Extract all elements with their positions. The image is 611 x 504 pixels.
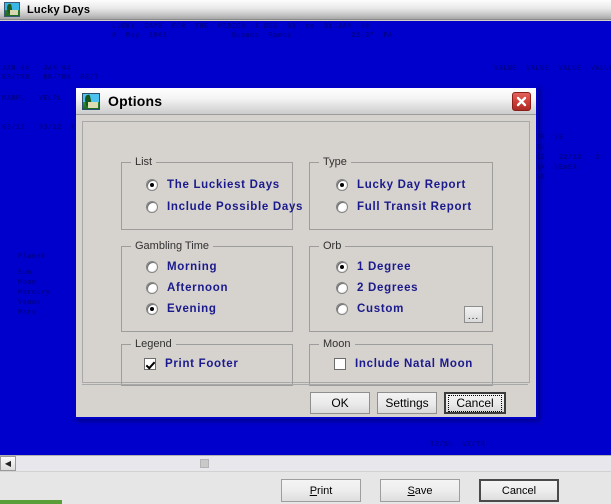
report-right-top: VALUE VALUE VALUE VALUE V — [494, 65, 611, 73]
radio-label: Include Possible Days — [167, 201, 304, 213]
radio-label: Morning — [167, 261, 218, 273]
radio-label: The Luckiest Days — [167, 179, 280, 191]
group-type-legend: Type — [319, 156, 351, 168]
options-dialog: Options List The Luckiest Days Include P… — [74, 86, 538, 419]
checkbox-include-natal-moon[interactable]: Include Natal Moon — [334, 358, 473, 370]
checkbox-label: Print Footer — [165, 358, 239, 370]
report-column-dates: 03/12 03/12 03/ — [2, 124, 85, 132]
group-list-legend: List — [131, 156, 157, 168]
footer-separator — [82, 384, 528, 385]
group-list: List The Luckiest Days Include Possible … — [121, 156, 302, 230]
radio-afternoon[interactable]: Afternoon — [146, 282, 228, 294]
radio-label: Custom — [357, 303, 405, 315]
palm-tree-icon — [4, 2, 20, 17]
radio-icon — [336, 282, 348, 294]
radio-icon — [146, 261, 158, 273]
status-strip — [0, 500, 62, 504]
group-moon-legend: Moon — [319, 338, 355, 350]
checkbox-icon — [144, 358, 156, 370]
settings-button[interactable]: Settings — [377, 392, 437, 414]
radio-1-degree[interactable]: 1 Degree — [336, 261, 411, 273]
radio-icon — [336, 201, 348, 213]
report-subheader-line: 6 May 1961 Susana Ramos 22-37 PA — [112, 32, 393, 40]
radio-lucky-day-report[interactable]: Lucky Day Report — [336, 179, 466, 191]
save-mnemonic: S — [407, 484, 415, 497]
dialog-titlebar[interactable]: Options — [76, 88, 536, 115]
radio-the-luckiest-days[interactable]: The Luckiest Days — [146, 179, 280, 191]
ellipsis-icon[interactable]: ... — [464, 306, 483, 323]
group-gambling-time-legend: Gambling Time — [131, 240, 213, 252]
group-gambling-time: Gambling Time Morning Afternoon Evening — [121, 240, 293, 332]
radio-icon — [146, 303, 158, 315]
app-title: Lucky Days — [27, 3, 91, 16]
report-header-line: LUCKY DAYS FOR THE PERIOD 1 DEC 93 to 31… — [112, 23, 370, 31]
chevron-left-icon[interactable]: ◀ — [0, 456, 16, 471]
group-orb-legend: Orb — [319, 240, 346, 252]
group-orb: Orb 1 Degree 2 Degrees Custom ... — [309, 240, 493, 332]
radio-icon — [336, 179, 348, 191]
horizontal-scrollbar[interactable]: ◀ — [0, 455, 611, 471]
checkbox-print-footer[interactable]: Print Footer — [144, 358, 239, 370]
radio-custom[interactable]: Custom — [336, 303, 404, 315]
radio-morning[interactable]: Morning — [146, 261, 217, 273]
checkbox-label: Include Natal Moon — [355, 358, 474, 370]
radio-label: Lucky Day Report — [357, 179, 466, 191]
radio-2-degrees[interactable]: 2 Degrees — [336, 282, 418, 294]
scrollbar-thumb[interactable] — [200, 459, 209, 468]
main-button-bar: Print Save Cancel — [0, 471, 611, 504]
save-button[interactable]: Save — [380, 479, 460, 502]
radio-include-possible-days[interactable]: Include Possible Days — [146, 201, 303, 213]
dialog-title: Options — [108, 93, 163, 109]
radio-label: 2 Degrees — [357, 282, 419, 294]
radio-icon — [336, 303, 348, 315]
report-planet-list: Sun Moon Mercury Venus Mars — [18, 269, 51, 317]
group-moon: Moon Include Natal Moon — [309, 338, 493, 386]
save-label-rest: ave — [414, 484, 433, 497]
close-icon[interactable] — [512, 92, 531, 111]
dialog-cancel-label: Cancel — [448, 394, 502, 412]
report-bottom-right: TR/SU VE/TR — [430, 441, 486, 449]
print-button[interactable]: Print — [281, 479, 361, 502]
group-legend: Legend Print Footer — [121, 338, 293, 386]
radio-icon — [336, 261, 348, 273]
dialog-body: List The Luckiest Days Include Possible … — [82, 121, 530, 386]
print-mnemonic: P — [309, 484, 318, 497]
dialog-footer: OK Settings Cancel — [82, 384, 530, 417]
group-type: Type Lucky Day Report Full Transit Repor… — [309, 156, 493, 230]
radio-icon — [146, 179, 158, 191]
radio-icon — [146, 201, 158, 213]
checkbox-icon — [334, 358, 346, 370]
group-legend-legend: Legend — [131, 338, 176, 350]
app-titlebar: Lucky Days — [0, 0, 611, 20]
radio-label: Afternoon — [167, 282, 229, 294]
ok-button[interactable]: OK — [310, 392, 370, 414]
report-column-left: JAN 94 JAN 94 RR/TRN RR/TRN RR/T — [2, 65, 99, 82]
cancel-button[interactable]: Cancel — [479, 479, 559, 502]
radio-evening[interactable]: Evening — [146, 303, 217, 315]
radio-icon — [146, 282, 158, 294]
dialog-cancel-button[interactable]: Cancel — [444, 392, 506, 414]
report-planet-heading: Planet — [18, 253, 46, 261]
palm-tree-icon — [82, 92, 100, 110]
radio-label: Evening — [167, 303, 217, 315]
radio-label: 1 Degree — [357, 261, 412, 273]
print-label-rest: rint — [317, 484, 333, 497]
radio-full-transit-report[interactable]: Full Transit Report — [336, 201, 472, 213]
radio-label: Full Transit Report — [357, 201, 472, 213]
